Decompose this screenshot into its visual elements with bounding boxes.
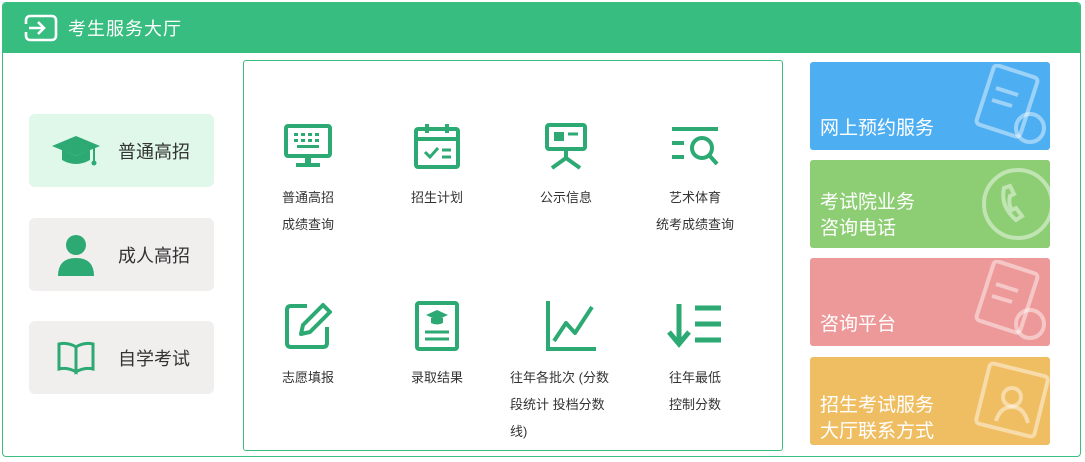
service-public-info[interactable]: 公示信息 [506,116,626,211]
document-search-icon [974,64,1046,144]
card-label: 咨询平台 [820,314,897,335]
exit-icon[interactable] [24,14,58,42]
card-consult-platform[interactable]: 咨询平台 [810,258,1050,346]
service-admission-result[interactable]: 录取结果 [377,296,497,391]
service-historical-batch-stats[interactable]: 往年各批次 (分数 段统计 投档分数 线) [506,296,636,445]
sidebar-item-label: 成人高招 [118,245,190,266]
header-title: 考生服务大厅 [68,19,182,39]
phone-icon [982,168,1050,240]
contact-card-icon [974,361,1050,439]
service-historical-min-score[interactable]: 往年最低 控制分数 [635,296,755,418]
header-bar: 考生服务大厅 [3,3,1080,53]
card-label: 招生考试服务 大厅联系方式 [820,395,935,442]
certificate-icon [377,296,497,356]
sidebar-item-label: 自学考试 [118,348,190,369]
edit-form-icon [248,296,368,356]
sort-down-list-icon [635,296,755,356]
document-search-icon [974,260,1046,340]
service-label: 往年最低 控制分数 [668,370,721,412]
card-hall-contact[interactable]: 招生考试服务 大厅联系方式 [810,357,1050,445]
service-gaokao-score-query[interactable]: 普通高招 成绩查询 [248,116,368,238]
card-online-appointment[interactable]: 网上预约服务 [810,62,1050,150]
sidebar-item-self-study-exam[interactable]: 自学考试 [29,321,214,394]
service-hall-panel: 考生服务大厅 普通高招 成人高招 自学考试 普通高招 成绩查询 招生计划 公示信… [2,2,1081,457]
sidebar-item-label: 普通高招 [118,141,190,162]
service-grid: 普通高招 成绩查询 招生计划 公示信息 艺术体育 统考成绩查询 志愿填报 录取结… [243,60,783,451]
card-exam-hotline[interactable]: 考试院业务 咨询电话 [810,160,1050,248]
list-search-icon [635,116,755,176]
card-label: 考试院业务 咨询电话 [820,192,916,239]
presentation-board-icon [506,116,626,176]
service-enrollment-plan[interactable]: 招生计划 [377,116,497,211]
service-label: 普通高招 成绩查询 [281,190,334,232]
service-label: 招生计划 [410,190,463,205]
person-icon [46,234,106,276]
sidebar-item-general-admission[interactable]: 普通高招 [29,114,214,187]
service-application-filling[interactable]: 志愿填报 [248,296,368,391]
service-label: 公示信息 [539,190,592,205]
card-label: 网上预约服务 [820,118,935,139]
graduation-cap-icon [46,134,106,168]
book-icon [46,341,106,375]
sidebar-item-adult-admission[interactable]: 成人高招 [29,218,214,291]
service-label: 往年各批次 (分数 段统计 投档分数 线) [510,370,609,439]
line-chart-icon [506,296,636,356]
service-label: 录取结果 [410,370,463,385]
service-label: 志愿填报 [281,370,334,385]
calendar-check-icon [377,116,497,176]
monitor-keyboard-icon [248,116,368,176]
service-label: 艺术体育 统考成绩查询 [655,190,734,232]
service-art-sports-score-query[interactable]: 艺术体育 统考成绩查询 [635,116,755,238]
